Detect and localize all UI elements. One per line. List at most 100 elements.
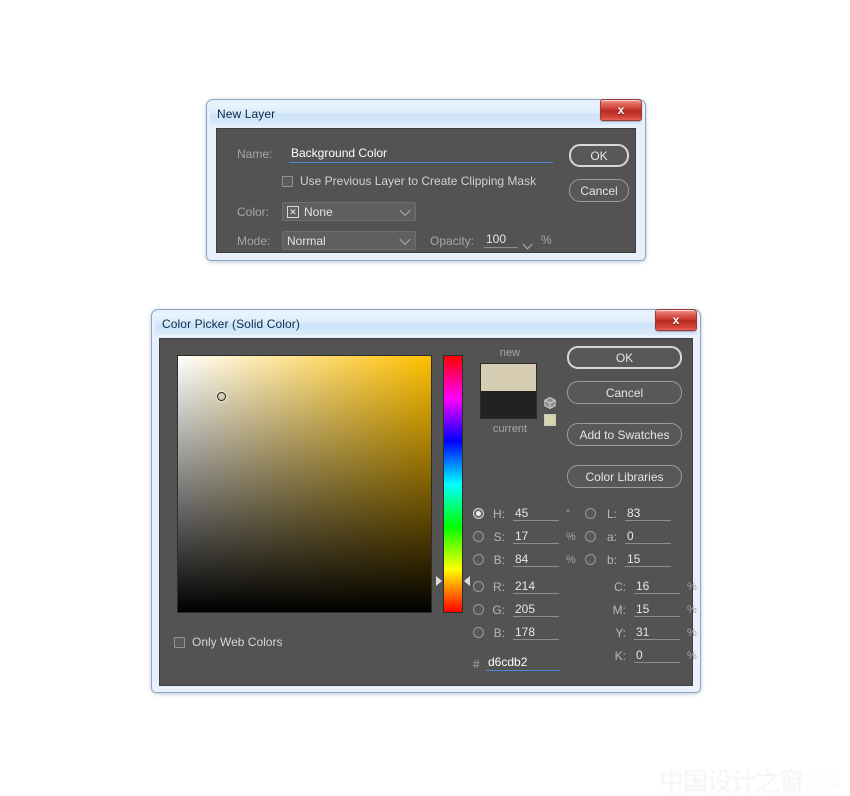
hue-slider-marker-left[interactable] bbox=[436, 575, 442, 586]
only-web-colors-row[interactable]: Only Web Colors bbox=[174, 635, 282, 649]
label-cmyk-m1: M: bbox=[612, 602, 626, 617]
new-layer-body: Name: Use Previous Layer to Create Clipp… bbox=[216, 128, 636, 253]
input-rgb-g1[interactable] bbox=[513, 602, 559, 617]
input-hsb-b2[interactable] bbox=[513, 552, 559, 567]
label-hsb-b2: B: bbox=[493, 552, 505, 567]
layer-mode-label: Mode: bbox=[237, 234, 271, 248]
unit-hsb-b2: % bbox=[566, 553, 576, 566]
watermark-text: 中国设计之窗 bbox=[658, 767, 804, 796]
label-rgb-r0: R: bbox=[493, 579, 505, 594]
input-cmyk-k3[interactable] bbox=[634, 648, 680, 663]
label-cmyk-y2: Y: bbox=[615, 625, 626, 640]
new-layer-cancel-button[interactable]: Cancel bbox=[569, 179, 629, 202]
color-libraries-button[interactable]: Color Libraries bbox=[567, 465, 682, 488]
label-lab-l0: L: bbox=[606, 506, 617, 521]
input-lab-l0[interactable] bbox=[625, 506, 671, 521]
layer-color-select[interactable]: ✕ None bbox=[282, 202, 416, 221]
current-color-label: current bbox=[492, 423, 528, 435]
clipping-mask-checkbox[interactable] bbox=[282, 175, 293, 187]
opacity-label-wrap: Opacity: bbox=[430, 234, 474, 248]
color-field-row-hsb-h0: H: ° bbox=[473, 506, 570, 521]
color-field-row-lab-b2: b: bbox=[585, 552, 671, 567]
color-field-row-cmyk-k3: K:% bbox=[612, 648, 697, 663]
color-field-row-cmyk-y2: Y:% bbox=[612, 625, 697, 640]
watermark-sub-line1: 中国设计 bbox=[805, 770, 842, 781]
clipping-mask-label: Use Previous Layer to Create Clipping Ma… bbox=[300, 174, 537, 188]
layer-name-input[interactable] bbox=[289, 145, 553, 163]
hue-slider[interactable] bbox=[443, 355, 463, 613]
web-safe-color-icon[interactable] bbox=[544, 414, 556, 426]
label-rgb-g1: G: bbox=[492, 602, 505, 617]
clipping-mask-row[interactable]: Use Previous Layer to Create Clipping Ma… bbox=[282, 174, 536, 188]
layer-color-row: Color: bbox=[237, 205, 269, 219]
radio-rgb-r0[interactable] bbox=[473, 581, 484, 592]
close-icon[interactable]: x bbox=[655, 309, 697, 331]
label-cmyk-c0: C: bbox=[614, 579, 626, 594]
opacity-chevron-down-icon[interactable] bbox=[522, 239, 533, 250]
radio-hsb-b2[interactable] bbox=[473, 554, 484, 565]
layer-name-label: Name: bbox=[237, 147, 273, 161]
color-field-row-rgb-g1: G: bbox=[473, 602, 559, 617]
input-lab-b2[interactable] bbox=[625, 552, 671, 567]
new-layer-ok-button[interactable]: OK bbox=[569, 144, 629, 167]
input-rgb-r0[interactable] bbox=[513, 579, 559, 594]
unit-cmyk-k3: % bbox=[687, 649, 697, 662]
radio-hsb-h0[interactable] bbox=[473, 508, 484, 519]
unit-cmyk-c0: % bbox=[687, 580, 697, 593]
layer-color-value: None bbox=[304, 204, 333, 219]
color-none-icon: ✕ bbox=[287, 205, 299, 218]
radio-lab-b2[interactable] bbox=[585, 554, 596, 565]
color-field-row-hsb-s1: S:% bbox=[473, 529, 576, 544]
radio-rgb-g1[interactable] bbox=[473, 604, 484, 615]
label-hsb-s1: S: bbox=[493, 529, 505, 544]
color-field-row-rgb-r0: R: bbox=[473, 579, 559, 594]
out-of-gamut-warning-icon[interactable] bbox=[543, 396, 557, 410]
new-color-label: new bbox=[499, 347, 521, 359]
add-to-swatches-button[interactable]: Add to Swatches bbox=[567, 423, 682, 446]
unit-cmyk-y2: % bbox=[687, 626, 697, 639]
input-lab-a1[interactable] bbox=[625, 529, 671, 544]
hex-input[interactable] bbox=[486, 654, 560, 671]
opacity-input[interactable] bbox=[484, 232, 518, 248]
new-layer-title: New Layer bbox=[217, 107, 276, 121]
radio-hsb-s1[interactable] bbox=[473, 531, 484, 542]
layer-mode-select[interactable]: Normal bbox=[282, 231, 416, 250]
input-cmyk-c0[interactable] bbox=[634, 579, 680, 594]
layer-color-label: Color: bbox=[237, 205, 270, 219]
opacity-label: Opacity: bbox=[430, 234, 475, 248]
sb-field-cursor[interactable] bbox=[216, 392, 226, 402]
new-layer-titlebar[interactable]: New Layer x bbox=[210, 99, 642, 125]
watermark-sub: 中国设计 SJ.COM bbox=[806, 770, 842, 794]
color-preview-swatch bbox=[480, 363, 537, 419]
only-web-colors-label: Only Web Colors bbox=[192, 635, 283, 649]
chevron-down-icon bbox=[399, 233, 411, 245]
color-field-row-cmyk-m1: M:% bbox=[612, 602, 697, 617]
layer-mode-value: Normal bbox=[287, 233, 326, 248]
hue-slider-marker-right[interactable] bbox=[464, 575, 470, 586]
input-hsb-h0[interactable] bbox=[513, 506, 559, 521]
layer-name-row: Name: bbox=[237, 147, 272, 161]
color-field-row-hsb-b2: B:% bbox=[473, 552, 576, 567]
input-hsb-s1[interactable] bbox=[513, 529, 559, 544]
unit-cmyk-m1: % bbox=[687, 603, 697, 616]
label-lab-a1: a: bbox=[606, 529, 617, 544]
input-cmyk-m1[interactable] bbox=[634, 602, 680, 617]
color-picker-dialog: Color Picker (Solid Color) x new current bbox=[151, 309, 701, 693]
only-web-colors-checkbox[interactable] bbox=[174, 636, 185, 648]
input-rgb-b2[interactable] bbox=[513, 625, 559, 640]
color-picker-cancel-button[interactable]: Cancel bbox=[567, 381, 682, 404]
new-color-swatch[interactable] bbox=[481, 364, 536, 391]
color-field-row-lab-l0: L: bbox=[585, 506, 671, 521]
color-field-row-cmyk-c0: C:% bbox=[612, 579, 697, 594]
saturation-brightness-field[interactable] bbox=[177, 355, 432, 613]
color-field-row-lab-a1: a: bbox=[585, 529, 671, 544]
close-icon[interactable]: x bbox=[600, 99, 642, 121]
radio-rgb-b2[interactable] bbox=[473, 627, 484, 638]
current-color-swatch[interactable] bbox=[481, 391, 536, 418]
color-picker-titlebar[interactable]: Color Picker (Solid Color) x bbox=[155, 309, 697, 335]
input-cmyk-y2[interactable] bbox=[634, 625, 680, 640]
radio-lab-a1[interactable] bbox=[585, 531, 596, 542]
radio-lab-l0[interactable] bbox=[585, 508, 596, 519]
color-picker-ok-button[interactable]: OK bbox=[567, 346, 682, 369]
watermark-sub-line2: SJ.COM bbox=[805, 780, 840, 791]
